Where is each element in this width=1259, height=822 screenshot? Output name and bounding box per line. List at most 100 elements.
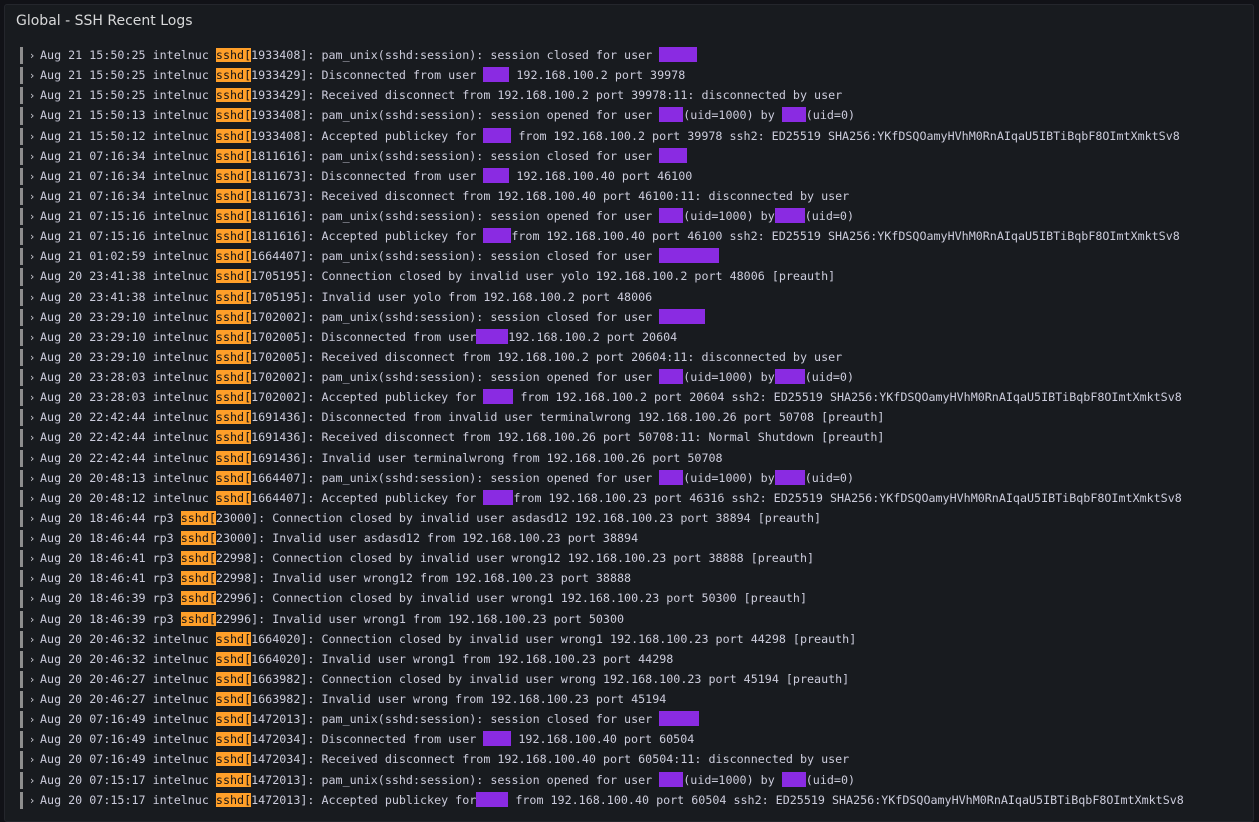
chevron-right-icon[interactable]: › bbox=[27, 549, 37, 569]
log-row[interactable]: › Aug 21 07:16:34 intelnuc sshd[1811616]:… bbox=[19, 146, 1253, 166]
log-pid: 1811616]: bbox=[251, 229, 322, 244]
log-pid: 1702002]: bbox=[251, 390, 322, 405]
chevron-right-icon[interactable]: › bbox=[27, 569, 37, 589]
chevron-right-icon[interactable]: › bbox=[27, 167, 37, 187]
log-row[interactable]: › Aug 20 20:48:13 intelnuc sshd[1664407]:… bbox=[19, 468, 1253, 488]
chevron-right-icon[interactable]: › bbox=[27, 328, 37, 348]
log-row[interactable]: › Aug 21 15:50:13 intelnuc sshd[1933408]:… bbox=[19, 105, 1253, 125]
redacted-username bbox=[483, 731, 512, 747]
log-row[interactable]: › Aug 20 22:42:44 intelnuc sshd[1691436]:… bbox=[19, 427, 1253, 447]
log-prefix: Aug 20 18:46:41 rp3 bbox=[40, 571, 181, 586]
chevron-right-icon[interactable]: › bbox=[27, 670, 37, 690]
redacted-username bbox=[774, 208, 805, 223]
log-row[interactable]: › Aug 20 22:42:44 intelnuc sshd[1691436]:… bbox=[19, 407, 1253, 427]
chevron-right-icon[interactable]: › bbox=[27, 730, 37, 750]
log-message: Invalid user wrong12 from 192.168.100.23… bbox=[272, 571, 632, 586]
log-row[interactable]: › Aug 20 18:46:41 rp3 sshd[22998]: Connec… bbox=[19, 548, 1253, 568]
chevron-right-icon[interactable]: › bbox=[27, 227, 37, 247]
log-row[interactable]: › Aug 21 15:50:25 intelnuc sshd[1933429]:… bbox=[19, 65, 1253, 85]
log-row[interactable]: › Aug 21 01:02:59 intelnuc sshd[1664407]:… bbox=[19, 246, 1253, 266]
log-row[interactable]: › Aug 21 07:15:16 intelnuc sshd[1811616]:… bbox=[19, 226, 1253, 246]
log-row[interactable]: › Aug 20 18:46:44 rp3 sshd[23000]: Connec… bbox=[19, 508, 1253, 528]
log-prefix: Aug 20 20:46:27 intelnuc bbox=[40, 671, 216, 686]
log-row[interactable]: › Aug 20 07:15:17 intelnuc sshd[1472013]:… bbox=[19, 790, 1253, 810]
log-row[interactable]: › Aug 21 15:50:25 intelnuc sshd[1933429]:… bbox=[19, 85, 1253, 105]
log-row[interactable]: › Aug 20 20:46:27 intelnuc sshd[1663982]:… bbox=[19, 669, 1253, 689]
log-row[interactable]: › Aug 20 07:15:17 intelnuc sshd[1472013]:… bbox=[19, 770, 1253, 790]
chevron-right-icon[interactable]: › bbox=[27, 187, 37, 207]
chevron-right-icon[interactable]: › bbox=[27, 589, 37, 609]
log-row[interactable]: › Aug 20 18:46:41 rp3 sshd[22998]: Invali… bbox=[19, 568, 1253, 588]
log-row[interactable]: › Aug 20 20:46:32 intelnuc sshd[1664020]:… bbox=[19, 649, 1253, 669]
chevron-right-icon[interactable]: › bbox=[27, 388, 37, 408]
log-row[interactable]: › Aug 20 18:46:39 rp3 sshd[22996]: Connec… bbox=[19, 588, 1253, 608]
log-row[interactable]: › Aug 20 23:41:38 intelnuc sshd[1705195]:… bbox=[19, 266, 1253, 286]
chevron-right-icon[interactable]: › bbox=[27, 207, 37, 227]
chevron-right-icon[interactable]: › bbox=[27, 127, 37, 147]
chevron-right-icon[interactable]: › bbox=[27, 650, 37, 670]
sshd-highlight: sshd[ bbox=[215, 732, 252, 747]
log-row[interactable]: › Aug 20 07:16:49 intelnuc sshd[1472034]:… bbox=[19, 729, 1253, 749]
log-pid: 23000]: bbox=[215, 531, 273, 545]
log-message: Received disconnect from 192.168.100.40 … bbox=[321, 752, 850, 767]
log-row[interactable]: › Aug 20 07:16:49 intelnuc sshd[1472034]:… bbox=[19, 749, 1253, 769]
log-message: (uid=1000) by bbox=[683, 772, 782, 787]
redacted-username bbox=[659, 308, 706, 324]
log-row[interactable]: › Aug 20 23:29:10 intelnuc sshd[1702005]:… bbox=[19, 347, 1253, 367]
chevron-right-icon[interactable]: › bbox=[27, 348, 37, 368]
chevron-right-icon[interactable]: › bbox=[27, 106, 37, 126]
chevron-right-icon[interactable]: › bbox=[27, 750, 37, 770]
log-row[interactable]: › Aug 20 23:28:03 intelnuc sshd[1702002]:… bbox=[19, 387, 1253, 407]
log-message: from 192.168.100.23 port 46316 ssh2: ED2… bbox=[513, 490, 1182, 505]
log-row[interactable]: › Aug 21 07:16:34 intelnuc sshd[1811673]:… bbox=[19, 186, 1253, 206]
log-prefix: Aug 21 15:50:25 intelnuc bbox=[40, 48, 216, 62]
redacted-username bbox=[781, 771, 806, 787]
chevron-right-icon[interactable]: › bbox=[27, 469, 37, 489]
log-message: pam_unix(sshd:session): session closed f… bbox=[321, 712, 660, 727]
chevron-right-icon[interactable]: › bbox=[27, 408, 37, 428]
chevron-right-icon[interactable]: › bbox=[27, 509, 37, 529]
chevron-right-icon[interactable]: › bbox=[27, 46, 37, 66]
log-row[interactable]: › Aug 20 22:42:44 intelnuc sshd[1691436]:… bbox=[19, 448, 1253, 468]
chevron-right-icon[interactable]: › bbox=[27, 710, 37, 730]
chevron-right-icon[interactable]: › bbox=[27, 428, 37, 448]
log-row[interactable]: › Aug 20 20:46:27 intelnuc sshd[1663982]:… bbox=[19, 689, 1253, 709]
chevron-right-icon[interactable]: › bbox=[27, 529, 37, 549]
chevron-right-icon[interactable]: › bbox=[27, 449, 37, 469]
chevron-right-icon[interactable]: › bbox=[27, 247, 37, 267]
chevron-right-icon[interactable]: › bbox=[27, 489, 37, 509]
log-row[interactable]: › Aug 20 23:29:10 intelnuc sshd[1702005]:… bbox=[19, 327, 1253, 347]
log-row[interactable]: › Aug 20 23:41:38 intelnuc sshd[1705195]:… bbox=[19, 287, 1253, 307]
log-list[interactable]: › Aug 21 15:50:25 intelnuc sshd[1933408]:… bbox=[19, 45, 1253, 810]
log-row[interactable]: › Aug 20 20:46:32 intelnuc sshd[1664020]:… bbox=[19, 629, 1253, 649]
sshd-highlight: sshd[ bbox=[215, 752, 252, 767]
log-row[interactable]: › Aug 21 07:16:34 intelnuc sshd[1811673]:… bbox=[19, 166, 1253, 186]
log-prefix: Aug 20 23:29:10 intelnuc bbox=[40, 329, 216, 344]
log-row[interactable]: › Aug 21 15:50:12 intelnuc sshd[1933408]:… bbox=[19, 126, 1253, 146]
chevron-right-icon[interactable]: › bbox=[27, 66, 37, 86]
log-row[interactable]: › Aug 20 23:28:03 intelnuc sshd[1702002]:… bbox=[19, 367, 1253, 387]
chevron-right-icon[interactable]: › bbox=[27, 86, 37, 106]
chevron-right-icon[interactable]: › bbox=[27, 630, 37, 650]
log-message: (uid=0) bbox=[804, 209, 854, 223]
log-row[interactable]: › Aug 20 20:48:12 intelnuc sshd[1664407]:… bbox=[19, 488, 1253, 508]
log-row[interactable]: › Aug 20 18:46:44 rp3 sshd[23000]: Invali… bbox=[19, 528, 1253, 548]
chevron-right-icon[interactable]: › bbox=[27, 610, 37, 630]
log-message: (uid=1000) by bbox=[683, 370, 775, 384]
sshd-highlight: sshd[ bbox=[215, 68, 252, 83]
log-row[interactable]: › Aug 20 23:29:10 intelnuc sshd[1702002]:… bbox=[19, 307, 1253, 327]
chevron-right-icon[interactable]: › bbox=[27, 690, 37, 710]
log-message: 192.168.100.2 port 39978 bbox=[509, 68, 686, 83]
chevron-right-icon[interactable]: › bbox=[27, 791, 37, 811]
log-row[interactable]: › Aug 21 07:15:16 intelnuc sshd[1811616]:… bbox=[19, 206, 1253, 226]
log-row[interactable]: › Aug 21 15:50:25 intelnuc sshd[1933408]:… bbox=[19, 45, 1253, 65]
chevron-right-icon[interactable]: › bbox=[27, 368, 37, 388]
chevron-right-icon[interactable]: › bbox=[27, 288, 37, 308]
chevron-right-icon[interactable]: › bbox=[27, 267, 37, 287]
chevron-right-icon[interactable]: › bbox=[27, 308, 37, 328]
chevron-right-icon[interactable]: › bbox=[27, 147, 37, 167]
log-row[interactable]: › Aug 20 07:16:49 intelnuc sshd[1472013]:… bbox=[19, 709, 1253, 729]
chevron-right-icon[interactable]: › bbox=[27, 771, 37, 791]
log-row[interactable]: › Aug 20 18:46:39 rp3 sshd[22996]: Invali… bbox=[19, 609, 1253, 629]
log-prefix: Aug 20 07:16:49 intelnuc bbox=[40, 732, 216, 747]
